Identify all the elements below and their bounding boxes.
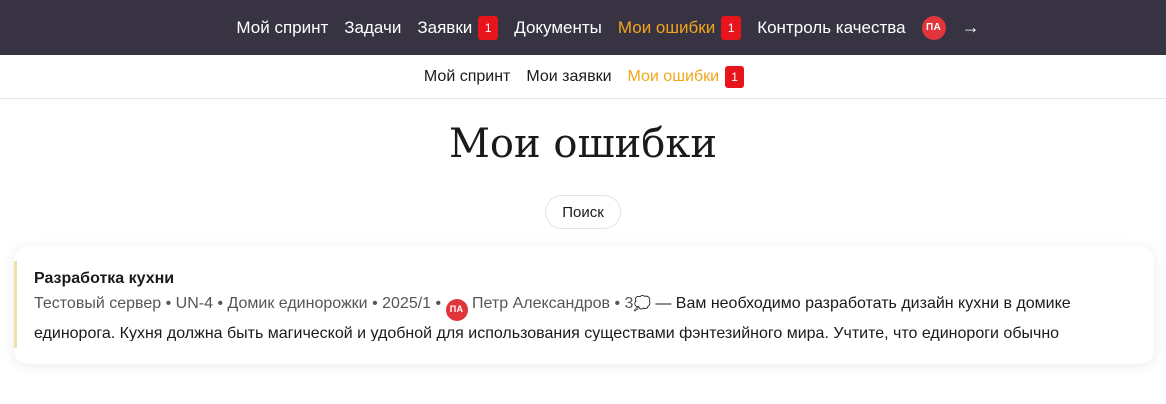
subnav-my-bugs-label: Мои ошибки — [627, 67, 720, 85]
speech-bubble-icon: 💭 — [633, 295, 651, 311]
user-avatar[interactable]: ПА — [921, 15, 946, 40]
nav-quality-control-label: Контроль качества — [757, 17, 906, 37]
nav-documents-label: Документы — [514, 17, 602, 37]
bug-details: Тестовый сервер • UN-4 • Домик единорожк… — [34, 291, 1136, 341]
subnav-my-sprint[interactable]: Мой спринт — [424, 68, 510, 86]
assignee-avatar: ПА — [445, 298, 468, 321]
nav-requests-label: Заявки — [417, 17, 473, 37]
subnav-my-requests[interactable]: Мои заявки — [526, 68, 611, 86]
separator-dot: • — [165, 295, 172, 312]
bug-key: UN-4 — [175, 295, 213, 312]
bug-card[interactable]: Разработка кухни Тестовый сервер • UN-4 … — [14, 246, 1154, 364]
bug-server: Тестовый сервер — [34, 295, 162, 312]
nav-my-sprint[interactable]: Мой спринт — [236, 18, 328, 38]
nav-requests[interactable]: Заявки 1 — [417, 15, 499, 40]
subnav-my-requests-label: Мои заявки — [526, 67, 612, 85]
separator-dot: • — [217, 295, 224, 312]
nav-my-bugs[interactable]: Мои ошибки 1 — [617, 15, 742, 40]
separator-dot: • — [372, 295, 378, 312]
arrow-right-icon[interactable]: → — [962, 17, 980, 38]
nav-quality-control[interactable]: Контроль качества — [757, 18, 905, 38]
bug-version: 2025/1 — [382, 295, 432, 312]
nav-my-bugs-count-badge: 1 — [721, 15, 742, 40]
bug-project: Домик единорожки — [227, 295, 368, 312]
search-button[interactable]: Поиск — [545, 195, 621, 229]
separator-dot: • — [614, 295, 621, 312]
nav-my-sprint-label: Мой спринт — [236, 17, 329, 37]
search-bar: Поиск — [0, 195, 1166, 229]
nav-tasks[interactable]: Задачи — [344, 18, 401, 38]
subnav-my-bugs-count-badge: 1 — [725, 65, 745, 88]
nav-requests-count-badge: 1 — [478, 15, 499, 40]
subnav-my-sprint-label: Мой спринт — [423, 67, 511, 85]
subnav-my-bugs[interactable]: Мои ошибки 1 — [627, 65, 745, 88]
sub-navigation: Мой спринт Мои заявки Мои ошибки 1 — [0, 55, 1166, 99]
nav-tasks-label: Задачи — [344, 17, 402, 37]
nav-my-bugs-label: Мои ошибки — [617, 17, 716, 37]
bug-card-content: Разработка кухни Тестовый сервер • UN-4 … — [14, 261, 1136, 348]
bug-assignee: Петр Александров — [472, 295, 611, 312]
top-navigation: Мой спринт Задачи Заявки 1 Документы Мои… — [0, 0, 1166, 55]
separator-dot: • — [435, 295, 442, 312]
page-title: Мои ошибки — [448, 121, 718, 167]
nav-documents[interactable]: Документы — [514, 18, 602, 38]
bug-title[interactable]: Разработка кухни — [34, 270, 1136, 288]
